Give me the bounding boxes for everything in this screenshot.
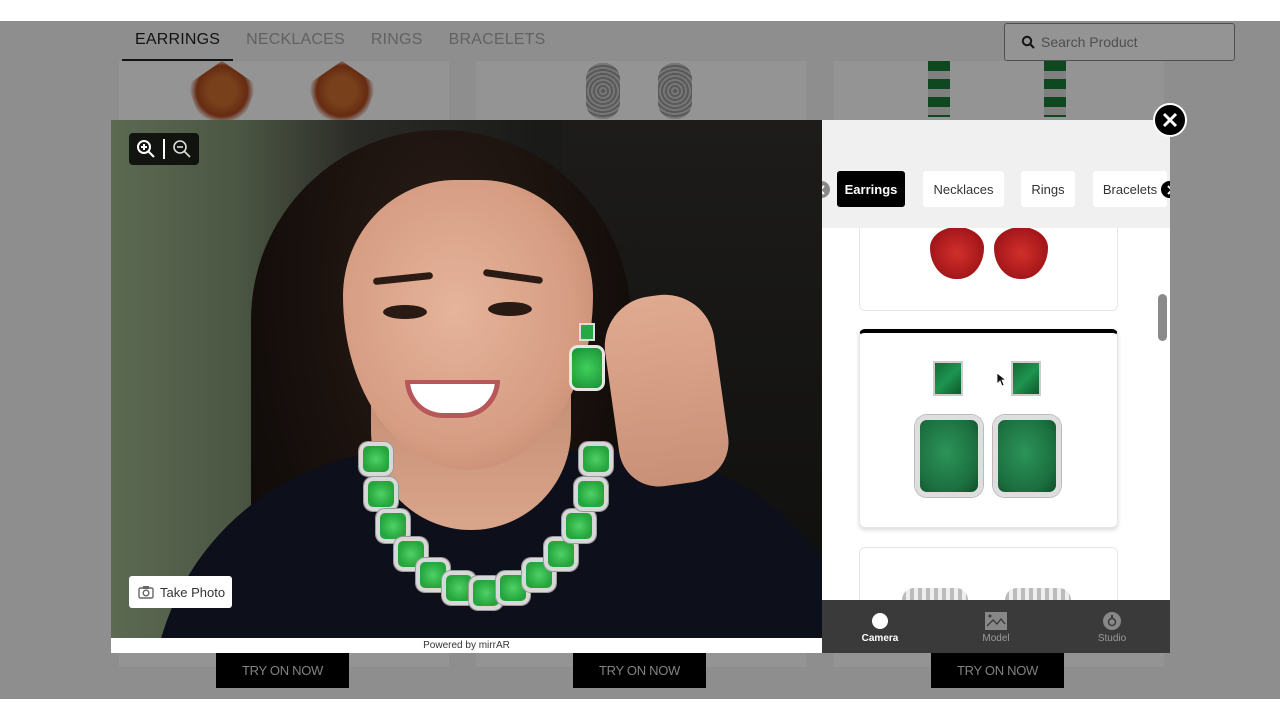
tabs-scroll-left-button[interactable] (822, 181, 830, 198)
mouse-cursor (997, 373, 1007, 387)
zoom-out-icon (173, 140, 191, 158)
nav-studio-label: Studio (1097, 632, 1127, 644)
panel-tab-earrings[interactable]: Earrings (837, 171, 905, 207)
nav-model-label: Model (982, 632, 1010, 644)
zoom-in-icon (137, 140, 155, 158)
nav-model[interactable]: Model (938, 600, 1054, 653)
camera-icon (138, 586, 154, 599)
chevron-right-icon (1166, 184, 1170, 195)
emerald-earring-image (915, 415, 983, 497)
product-item[interactable] (859, 547, 1118, 600)
panel-tab-necklaces[interactable]: Necklaces (923, 171, 1004, 207)
panel-tab-bracelets[interactable]: Bracelets (1093, 171, 1167, 207)
virtual-earring (569, 323, 605, 393)
emerald-earring-image (933, 361, 963, 396)
nav-camera-label: Camera (861, 632, 899, 644)
camera-view: Take Photo Powered by mirrAR (111, 120, 822, 653)
try-on-modal: Take Photo Powered by mirrAR Earrings Ne… (111, 103, 1187, 653)
zoom-out-button[interactable] (171, 138, 193, 160)
eye (383, 305, 427, 319)
close-icon (1162, 112, 1178, 128)
necklace-stone (359, 441, 394, 476)
divider (163, 139, 165, 159)
camera-feed (111, 120, 822, 638)
product-listing-page: EARRINGS NECKLACES RINGS BRACELETS Searc… (0, 21, 1280, 699)
eye (488, 302, 532, 316)
take-photo-button[interactable]: Take Photo (129, 576, 232, 608)
product-item-selected[interactable] (859, 329, 1118, 528)
image-icon (985, 611, 1007, 630)
studio-icon (1103, 611, 1121, 630)
nav-camera[interactable]: Camera (822, 600, 938, 653)
camera-dot-icon (872, 612, 888, 629)
emerald-earring-image (993, 415, 1061, 497)
zoom-controls (129, 133, 199, 165)
bottom-nav: Camera Model Studio (822, 600, 1170, 653)
emerald-earring-image (1011, 361, 1041, 396)
nav-studio[interactable]: Studio (1054, 600, 1170, 653)
take-photo-label: Take Photo (160, 584, 226, 600)
close-modal-button[interactable] (1153, 103, 1187, 137)
product-item[interactable] (859, 228, 1118, 311)
panel-tab-rings[interactable]: Rings (1021, 171, 1075, 207)
panel-header: Earrings Necklaces Rings Bracelets (822, 120, 1170, 228)
product-panel: Earrings Necklaces Rings Bracelets Camer… (822, 120, 1170, 653)
chevron-left-icon (822, 184, 825, 195)
ruby-earring-image (930, 228, 984, 279)
scrollbar[interactable] (1158, 294, 1167, 341)
product-list[interactable] (822, 228, 1170, 600)
diamond-earring-image (902, 588, 968, 600)
necklace-stone (573, 477, 608, 512)
eyebrow (372, 271, 434, 286)
zoom-in-button[interactable] (135, 138, 157, 160)
diamond-earring-image (1005, 588, 1071, 600)
ruby-earring-image (994, 228, 1048, 279)
necklace-stone (578, 441, 613, 476)
necklace-stone (364, 477, 399, 512)
eyebrow (482, 268, 544, 285)
smile (405, 380, 500, 418)
necklace-stone (561, 509, 596, 544)
powered-by-text: Powered by mirrAR (111, 638, 822, 653)
